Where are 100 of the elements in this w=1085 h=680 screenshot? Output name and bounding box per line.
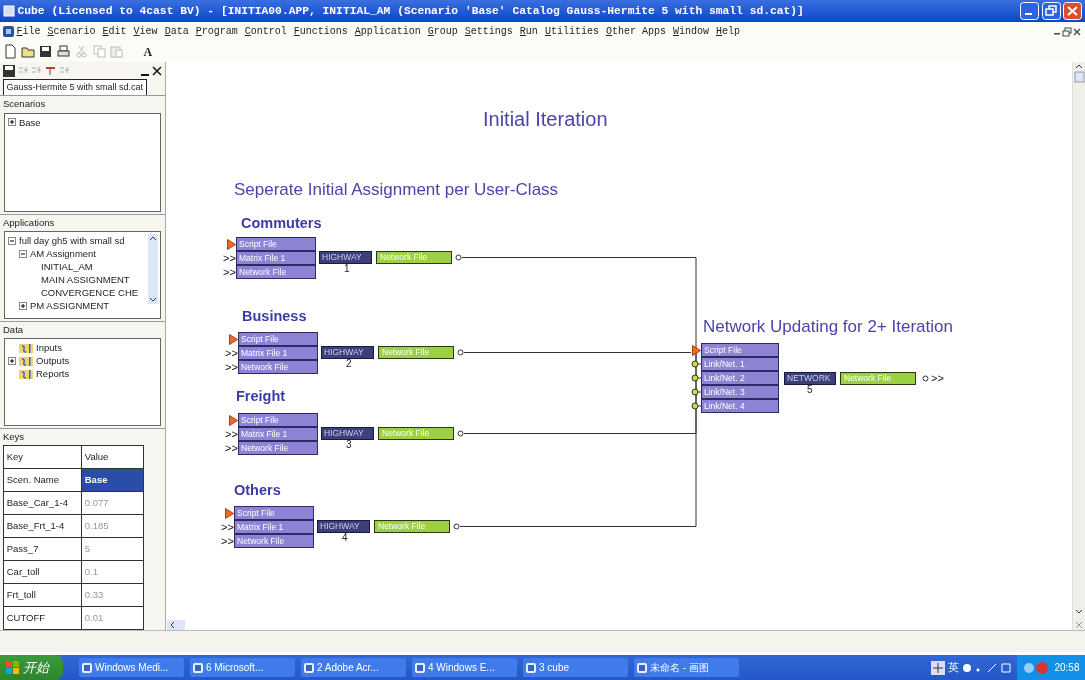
menu-item[interactable]: Help: [715, 26, 740, 37]
output-port-icon[interactable]: [453, 523, 460, 530]
input-slot[interactable]: Matrix File 1: [234, 520, 314, 534]
tree-item[interactable]: INITIAL_AM: [41, 260, 93, 274]
output-marker: >>: [931, 373, 944, 384]
menu-item[interactable]: Control: [244, 26, 287, 37]
input-slot[interactable]: Network File: [236, 265, 316, 279]
input-slot[interactable]: Script File: [238, 332, 318, 346]
menu-item[interactable]: Utilities: [544, 26, 599, 37]
scrollbar[interactable]: [167, 620, 185, 630]
close-icon[interactable]: [1072, 26, 1083, 37]
input-slot[interactable]: Link/Net. 2: [701, 371, 779, 385]
table-cell[interactable]: 0.33: [81, 583, 144, 607]
input-marker: >>: [221, 522, 234, 533]
taskbar-button[interactable]: Windows Medi...: [79, 658, 185, 677]
taskbar-button[interactable]: 未命名 - 画图: [634, 658, 740, 677]
tree-item[interactable]: MAIN ASSIGNMENT: [41, 273, 130, 287]
menu-item[interactable]: Edit: [102, 26, 127, 37]
table-cell[interactable]: 0.1: [81, 560, 144, 584]
menu-item[interactable]: File: [16, 26, 41, 37]
save-icon[interactable]: [2, 64, 15, 77]
tree-item[interactable]: Inputs: [36, 341, 62, 355]
menu-item[interactable]: Run: [519, 26, 538, 37]
program-node[interactable]: HIGHWAY: [321, 346, 374, 359]
output-port-icon[interactable]: [457, 349, 464, 356]
input-marker: >>: [221, 536, 234, 547]
link-port-icon[interactable]: [691, 388, 701, 396]
tree-item[interactable]: Reports: [36, 367, 70, 381]
scrollbar[interactable]: [148, 234, 158, 305]
menu-item[interactable]: View: [133, 26, 158, 37]
menu-item[interactable]: Other Apps: [605, 26, 666, 37]
tree-item[interactable]: CONVERGENCE CHE: [41, 286, 139, 300]
taskbar-button[interactable]: 3 cube: [523, 658, 629, 677]
program-number: 2: [346, 359, 352, 369]
program-node[interactable]: HIGHWAY: [321, 427, 374, 440]
input-slot[interactable]: Link/Net. 1: [701, 357, 779, 371]
menu-item[interactable]: Group: [427, 26, 458, 37]
input-slot[interactable]: Network File: [238, 360, 318, 374]
tree-item[interactable]: PM ASSIGNMENT: [30, 299, 110, 313]
tree-tool-icon[interactable]: [45, 65, 56, 77]
font-button[interactable]: A: [143, 42, 153, 61]
ime-tools-icon[interactable]: [961, 661, 1012, 674]
tree-item[interactable]: Outputs: [36, 354, 70, 368]
menu-item[interactable]: Scenario: [47, 26, 96, 37]
menu-item[interactable]: Settings: [464, 26, 513, 37]
catalog-tab[interactable]: Gauss-Hermite 5 with small sd.cat: [2, 79, 147, 96]
tray-icon[interactable]: [1022, 660, 1049, 675]
printer-icon[interactable]: [56, 44, 71, 59]
input-slot[interactable]: Link/Net. 3: [701, 385, 779, 399]
input-slot[interactable]: Script File: [234, 506, 314, 520]
program-node[interactable]: HIGHWAY: [319, 251, 372, 264]
table-cell[interactable]: 0.01: [81, 606, 144, 630]
link-port-icon[interactable]: [691, 402, 701, 410]
close-icon[interactable]: [152, 65, 163, 77]
new-file-icon[interactable]: [2, 44, 18, 59]
restore-icon[interactable]: [1062, 26, 1073, 37]
tree-item[interactable]: Base: [19, 115, 41, 129]
menu-item[interactable]: Functions: [293, 26, 348, 37]
input-slot[interactable]: Script File: [701, 343, 779, 357]
link-port-icon[interactable]: [691, 374, 701, 382]
output-port-icon[interactable]: [922, 375, 929, 382]
input-slot[interactable]: Network File: [238, 441, 318, 455]
menu-item[interactable]: Window: [672, 26, 709, 37]
input-slot[interactable]: Matrix File 1: [236, 251, 316, 265]
table-cell[interactable]: 0.185: [81, 514, 144, 538]
tree-item[interactable]: AM Assignment: [30, 247, 96, 261]
tree-item[interactable]: full day gh5 with small sd: [19, 234, 125, 248]
expand-icon[interactable]: [8, 356, 16, 365]
input-slot[interactable]: Matrix File 1: [238, 427, 318, 441]
restore-icon[interactable]: [1041, 2, 1061, 20]
output-port-icon[interactable]: [455, 254, 462, 261]
input-slot[interactable]: Network File: [234, 534, 314, 548]
input-slot[interactable]: Link/Net. 4: [701, 399, 779, 413]
taskbar-button[interactable]: 4 Windows E...: [412, 658, 518, 677]
folder-icon[interactable]: [20, 44, 36, 59]
program-node[interactable]: HIGHWAY: [317, 520, 370, 533]
link-port-icon[interactable]: [691, 360, 701, 368]
expand-icon[interactable]: [19, 301, 27, 310]
save-icon[interactable]: [38, 44, 54, 59]
menu-item[interactable]: Application: [354, 26, 421, 37]
input-slot[interactable]: Script File: [236, 237, 316, 251]
ime-indicator[interactable]: 英: [948, 659, 960, 676]
input-slot[interactable]: Script File: [238, 413, 318, 427]
table-cell[interactable]: 0.077: [81, 491, 144, 515]
start-button[interactable]: 开始: [0, 655, 63, 680]
program-number: 4: [342, 533, 348, 543]
menu-item[interactable]: Program: [195, 26, 238, 37]
scrollbar[interactable]: [1073, 62, 1085, 84]
taskbar-button[interactable]: 2 Adobe Acr...: [301, 658, 407, 677]
taskbar-button[interactable]: 6 Microsoft...: [190, 658, 296, 677]
output-port-icon[interactable]: [457, 430, 464, 437]
minimize-icon[interactable]: [1019, 2, 1039, 20]
app-icon[interactable]: [2, 26, 14, 37]
collapse-icon[interactable]: [19, 249, 27, 258]
menu-item[interactable]: Data: [164, 26, 189, 37]
table-cell[interactable]: 5: [81, 537, 144, 561]
collapse-icon[interactable]: [8, 236, 16, 245]
expand-icon[interactable]: [8, 118, 16, 127]
program-node[interactable]: NETWORK: [784, 372, 836, 385]
input-slot[interactable]: Matrix File 1: [238, 346, 318, 360]
